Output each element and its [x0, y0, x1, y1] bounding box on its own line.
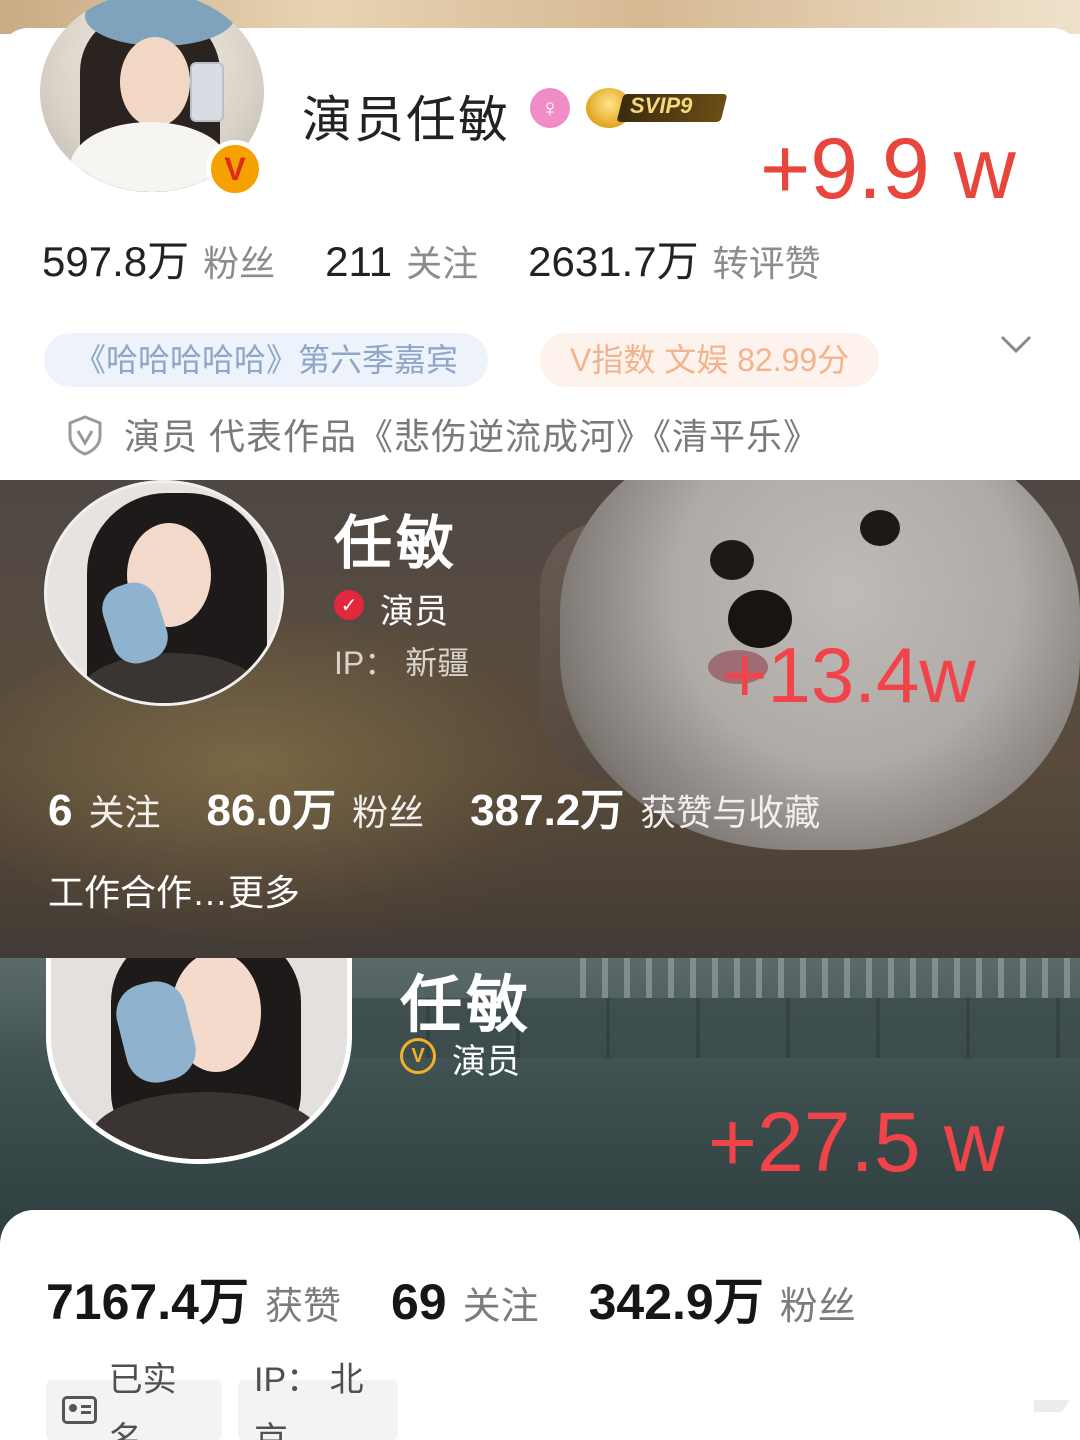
xiaohongshu-ip-location: IP： 新疆 — [334, 645, 470, 681]
page-curl-icon — [1034, 1400, 1070, 1412]
following-label[interactable]: 关注 — [88, 784, 160, 836]
followers-label[interactable]: 粉丝 — [780, 1275, 856, 1330]
following-count[interactable]: 211 — [325, 238, 392, 286]
real-name-label: 已实名 — [108, 1361, 177, 1440]
ip-location-tag[interactable]: IP： 北京 — [238, 1361, 398, 1440]
followers-label[interactable]: 粉丝 — [352, 784, 424, 836]
chevron-down-icon[interactable] — [998, 326, 1034, 362]
cover-background-fence — [580, 958, 1080, 998]
douyin-username: 任敏 — [400, 971, 533, 1040]
followers-label[interactable]: 粉丝 — [203, 235, 275, 287]
following-label[interactable]: 关注 — [463, 1275, 539, 1330]
guest-show-tag[interactable]: 《哈哈哈哈哈》第六季嘉宾 — [44, 333, 489, 387]
followers-count[interactable]: 86.0万 — [207, 774, 337, 838]
xiaohongshu-avatar[interactable] — [44, 480, 284, 706]
followers-count[interactable]: 597.8万 — [42, 228, 189, 289]
douyin-stats-row: 7167.4万 获赞 69 关注 342.9万 粉丝 — [46, 1262, 906, 1334]
douyin-role: 演员 — [452, 1043, 520, 1081]
following-count[interactable]: 69 — [391, 1273, 447, 1331]
verified-check-icon: ✓ — [334, 590, 364, 620]
weibo-description: 演员 代表作品《悲伤逆流成河》《清平乐》 — [124, 416, 821, 457]
xiaohongshu-role: 演员 — [380, 593, 448, 631]
svip-label: SVIP9 — [630, 93, 693, 118]
douyin-avatar[interactable] — [46, 958, 352, 1164]
id-card-icon — [62, 1396, 97, 1424]
following-label[interactable]: 关注 — [406, 235, 478, 287]
douyin-follower-gain: +27.5 w — [708, 1095, 1005, 1189]
interactions-label: 转评赞 — [712, 243, 821, 284]
likes-collects-label[interactable]: 获赞与收藏 — [640, 784, 820, 836]
likes-label[interactable]: 获赞 — [265, 1275, 341, 1330]
xiaohongshu-username: 任敏 — [334, 511, 459, 576]
verified-v-badge-icon: V — [400, 1038, 436, 1074]
xiaohongshu-follower-gain: +13.4w — [722, 631, 976, 719]
female-gender-icon: ♀ — [530, 88, 570, 128]
followers-count[interactable]: 342.9万 — [589, 1262, 764, 1334]
weibo-profile-section: V 演员任敏 ♀ SVIP9 +9.9 w 597.8万 粉丝 211 关注 2… — [0, 0, 1080, 480]
v-index-tag[interactable]: V指数 文娱 82.99分 — [540, 333, 880, 387]
weibo-username: 演员任敏 — [302, 92, 510, 148]
following-count[interactable]: 6 — [48, 786, 72, 836]
likes-count[interactable]: 7167.4万 — [46, 1262, 249, 1334]
weibo-stats-row: 597.8万 粉丝 211 关注 2631.7万 转评赞 — [42, 228, 871, 285]
likes-collects-count[interactable]: 387.2万 — [470, 774, 624, 838]
douyin-profile-section: 任敏 V 演员 +27.5 w 7167.4万 获赞 69 关注 342.9万 … — [0, 958, 1080, 1440]
xiaohongshu-stats-row: 6 关注 86.0万 粉丝 387.2万 获赞与收藏 — [48, 774, 866, 838]
svip-badge-icon[interactable]: SVIP9 — [586, 88, 728, 128]
real-name-tag[interactable]: 已实名 — [46, 1361, 222, 1440]
interactions-count: 2631.7万 — [528, 238, 699, 285]
shield-v-icon — [68, 415, 102, 456]
verified-v-badge-icon: V — [206, 140, 264, 198]
weibo-follower-gain: +9.9 w — [760, 121, 1016, 217]
xiaohongshu-profile-section: 任敏 ✓ 演员 IP： 新疆 +13.4w 6 关注 86.0万 粉丝 387.… — [0, 480, 1080, 958]
work-cooperation-more-link[interactable]: 工作合作…更多 — [48, 864, 300, 916]
